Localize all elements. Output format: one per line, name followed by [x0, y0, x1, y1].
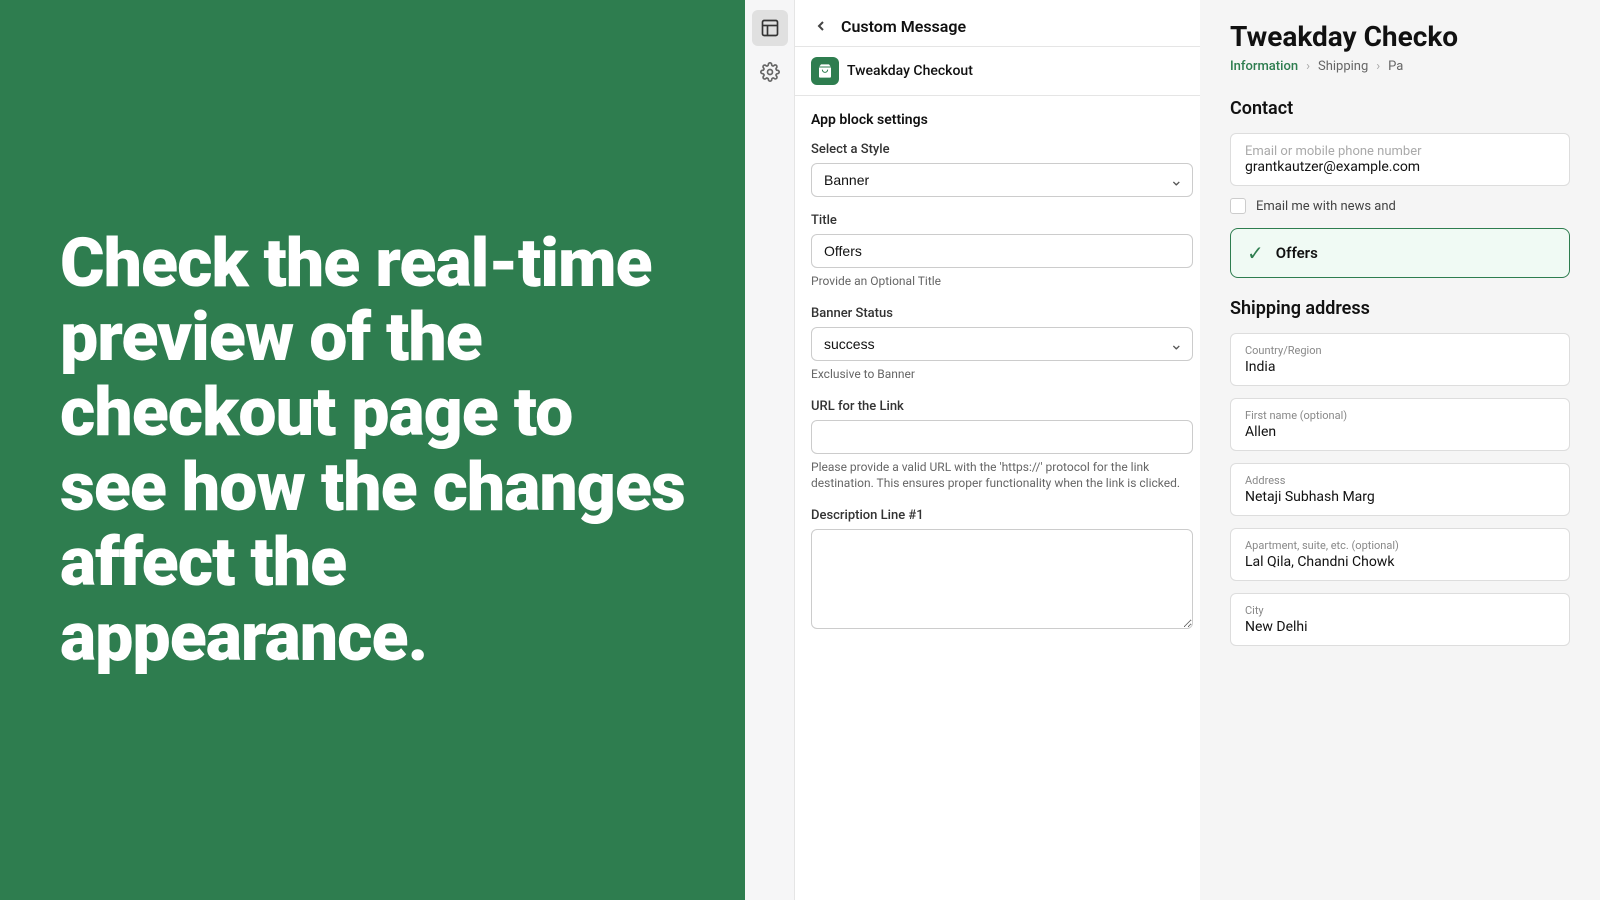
left-panel: Check the real-time preview of the check… — [0, 0, 745, 900]
layout-icon — [760, 18, 780, 38]
settings-icon-button[interactable] — [752, 54, 788, 90]
newsletter-label: Email me with news and — [1256, 199, 1396, 214]
shipping-address-title: Shipping address — [1230, 298, 1570, 319]
firstname-value: Allen — [1245, 424, 1555, 440]
breadcrumb-sep-2: › — [1376, 59, 1380, 74]
title-label: Title — [811, 213, 1193, 228]
url-hint: Please provide a valid URL with the 'htt… — [811, 459, 1193, 493]
banner-status-label: Banner Status — [811, 306, 1193, 321]
country-field: Country/Region India — [1230, 333, 1570, 386]
settings-section: App block settings Select a Style Banner… — [795, 96, 1209, 665]
newsletter-checkbox-row: Email me with news and — [1230, 198, 1570, 214]
gear-icon — [760, 62, 780, 82]
breadcrumb-payment: Pa — [1388, 59, 1403, 74]
settings-area: Custom Message Tweakday Checkout App blo… — [745, 0, 1200, 900]
banner-status-field-group: Banner Status success info warning error… — [811, 306, 1193, 383]
middle-header: Custom Message — [795, 0, 1209, 47]
contact-section-title: Contact — [1230, 98, 1570, 119]
page-title: Custom Message — [841, 17, 966, 36]
breadcrumb-shipping: Shipping — [1318, 59, 1368, 74]
url-input[interactable] — [811, 420, 1193, 454]
apartment-field: Apartment, suite, etc. (optional) Lal Qi… — [1230, 528, 1570, 581]
breadcrumb-information: Information — [1230, 59, 1298, 74]
breadcrumb: Information › Shipping › Pa — [1230, 59, 1570, 74]
apartment-label: Apartment, suite, etc. (optional) — [1245, 539, 1555, 552]
app-name: Tweakday Checkout — [847, 63, 973, 79]
banner-status-select[interactable]: success info warning error — [811, 327, 1193, 361]
app-row: Tweakday Checkout — [795, 47, 1209, 96]
banner-status-hint: Exclusive to Banner — [811, 366, 1193, 383]
style-label: Select a Style — [811, 142, 1193, 157]
style-select-wrapper: Banner Inline Popup ⌄ — [811, 163, 1193, 197]
apartment-value: Lal Qila, Chandni Chowk — [1245, 554, 1555, 570]
city-label: City — [1245, 604, 1555, 617]
country-label: Country/Region — [1245, 344, 1555, 357]
email-field: Email or mobile phone number grantkautze… — [1230, 133, 1570, 186]
middle-panel: Custom Message Tweakday Checkout App blo… — [795, 0, 1210, 900]
desc-field-group: Description Line #1 — [811, 508, 1193, 633]
email-value: grantkautzer@example.com — [1245, 159, 1555, 175]
url-field-group: URL for the Link Please provide a valid … — [811, 399, 1193, 493]
newsletter-checkbox[interactable] — [1230, 198, 1246, 214]
email-placeholder: Email or mobile phone number — [1245, 144, 1555, 159]
address-field: Address Netaji Subhash Marg — [1230, 463, 1570, 516]
desc-label: Description Line #1 — [811, 508, 1193, 523]
title-hint: Provide an Optional Title — [811, 273, 1193, 290]
banner-status-select-wrapper: success info warning error ⌄ — [811, 327, 1193, 361]
style-field-group: Select a Style Banner Inline Popup ⌄ — [811, 142, 1193, 197]
sidebar-icons — [745, 0, 795, 900]
right-panel: Tweakday Checko Information › Shipping ›… — [1200, 0, 1600, 900]
shopping-bag-icon — [817, 63, 833, 79]
style-select[interactable]: Banner Inline Popup — [811, 163, 1193, 197]
checkout-title: Tweakday Checko — [1230, 20, 1570, 53]
breadcrumb-sep-1: › — [1306, 59, 1310, 74]
title-field-group: Title Provide an Optional Title — [811, 213, 1193, 290]
city-field: City New Delhi — [1230, 593, 1570, 646]
title-input[interactable] — [811, 234, 1193, 268]
address-label: Address — [1245, 474, 1555, 487]
address-value: Netaji Subhash Marg — [1245, 489, 1555, 505]
firstname-label: First name (optional) — [1245, 409, 1555, 422]
back-arrow-icon — [813, 18, 829, 34]
middle-content: Custom Message Tweakday Checkout App blo… — [795, 0, 1209, 900]
settings-section-title: App block settings — [811, 112, 1193, 128]
app-icon — [811, 57, 839, 85]
country-value: India — [1245, 359, 1555, 375]
offers-check-icon: ✓ — [1247, 241, 1264, 265]
url-label: URL for the Link — [811, 399, 1193, 414]
layout-icon-button[interactable] — [752, 10, 788, 46]
offers-banner: ✓ Offers — [1230, 228, 1570, 278]
city-value: New Delhi — [1245, 619, 1555, 635]
offers-text: Offers — [1276, 244, 1318, 262]
hero-text: Check the real-time preview of the check… — [60, 226, 685, 675]
firstname-field: First name (optional) Allen — [1230, 398, 1570, 451]
back-button[interactable] — [811, 16, 831, 36]
desc-textarea[interactable] — [811, 529, 1193, 629]
